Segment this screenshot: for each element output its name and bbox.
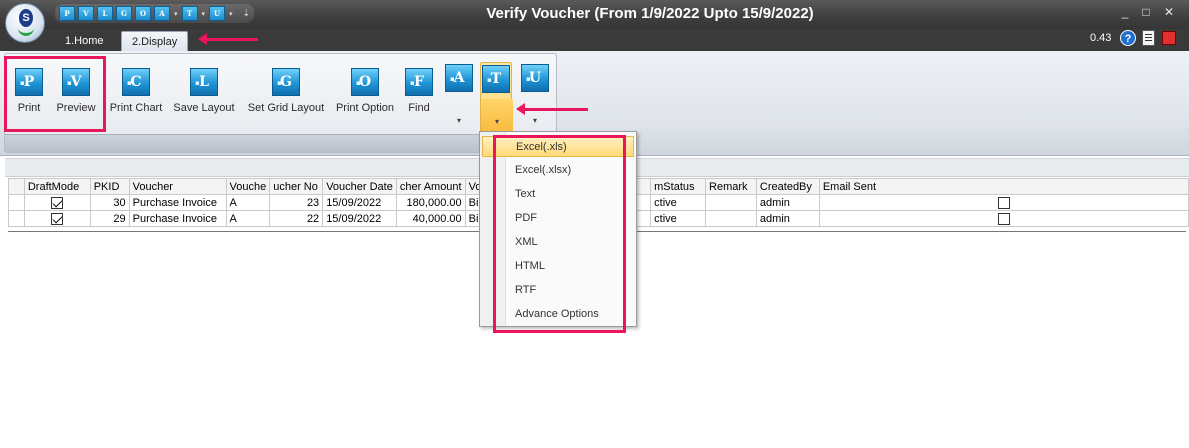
status-cell[interactable]: ctive (650, 210, 707, 227)
qat-u-button[interactable]: U (209, 6, 226, 21)
created-by-cell[interactable]: admin (755, 210, 820, 227)
a-icon: A (445, 64, 473, 92)
grid-layout-icon: G (272, 68, 300, 96)
series-cell[interactable]: A (225, 194, 271, 211)
voucher-no-cell[interactable]: 23 (269, 194, 324, 211)
draft-mode-cell[interactable] (23, 210, 91, 227)
voucher-no-cell[interactable]: 22 (269, 210, 324, 227)
print-chart-label: Print Chart (109, 102, 163, 114)
created-by-cell[interactable]: admin (755, 194, 820, 211)
qat-preview-button[interactable]: V (78, 6, 94, 21)
export-split-button[interactable]: T ▾ (480, 62, 513, 138)
qat-print-button[interactable]: P (59, 6, 75, 21)
voucher-date-cell[interactable]: 15/09/2022 (322, 194, 397, 211)
column-header[interactable]: cher Amount (395, 178, 466, 195)
tab-strip: 1.Home 2.Display 0.43 ? (0, 29, 1189, 51)
zoom-level: 0.43 (1090, 32, 1112, 44)
column-header[interactable]: Remark (705, 178, 757, 195)
column-header[interactable]: CreatedBy (755, 178, 820, 195)
u-split-button[interactable]: U ▾ (519, 62, 551, 138)
close-button[interactable]: ✕ (1161, 5, 1177, 19)
print-option-button[interactable]: O Print Option (334, 68, 396, 114)
qat-a-button[interactable]: A (154, 6, 170, 21)
pkid-cell[interactable]: 30 (89, 194, 130, 211)
save-layout-label: Save Layout (173, 102, 235, 114)
qat-grid-layout-button[interactable]: G (116, 6, 132, 21)
ribbon-group-caption (5, 134, 556, 152)
find-label: Find (408, 102, 430, 114)
status-cell[interactable]: ctive (650, 194, 707, 211)
find-icon: F (405, 68, 433, 96)
chevron-down-icon[interactable]: ▾ (174, 10, 178, 18)
print-option-label: Print Option (335, 102, 395, 114)
column-header[interactable]: Voucher (128, 178, 227, 195)
customize-qat-icon[interactable]: ⇣ (243, 8, 251, 19)
column-header[interactable]: Vouche (225, 178, 271, 195)
app-logo[interactable]: S (5, 3, 45, 43)
title-bar: P V L G O A ▾ T ▾ U ▾ ⇣ Verify Voucher (… (0, 0, 1189, 29)
quick-access-toolbar: P V L G O A ▾ T ▾ U ▾ ⇣ (55, 4, 255, 23)
chart-icon: C (122, 68, 150, 96)
annotation-box (493, 135, 626, 333)
column-header[interactable]: DraftMode (23, 178, 91, 195)
tab-home[interactable]: 1.Home (55, 31, 114, 51)
qat-export-button[interactable]: T (181, 6, 198, 21)
voucher-cell[interactable]: Purchase Invoice (128, 194, 227, 211)
annotation-box (4, 56, 106, 132)
u-icon: U (521, 64, 549, 92)
column-header[interactable]: ucher No (269, 178, 324, 195)
help-icon[interactable]: ? (1120, 30, 1136, 46)
document-icon[interactable] (1142, 30, 1155, 46)
chevron-down-icon[interactable]: ▾ (481, 99, 513, 135)
layout-icon: L (190, 68, 218, 96)
tab-display[interactable]: 2.Display (121, 31, 189, 51)
find-button[interactable]: F Find (404, 68, 434, 114)
email-sent-cell[interactable] (818, 210, 1189, 227)
draft-mode-checkbox[interactable] (51, 212, 64, 225)
set-grid-layout-label: Set Grid Layout (247, 102, 325, 114)
column-header[interactable]: PKID (89, 178, 130, 195)
pkid-cell[interactable]: 29 (89, 210, 130, 227)
column-header[interactable]: Voucher Date (322, 178, 397, 195)
annotation-arrow (198, 33, 258, 45)
minimize-button[interactable]: _ (1117, 5, 1133, 19)
export-icon: T (482, 65, 510, 93)
qat-layout-button[interactable]: L (97, 6, 113, 21)
set-grid-layout-button[interactable]: G Set Grid Layout (246, 68, 326, 114)
row-indicator-header (8, 178, 25, 195)
column-header[interactable]: mStatus (650, 178, 707, 195)
amount-cell[interactable]: 180,000.00 (395, 194, 466, 211)
email-sent-checkbox[interactable] (997, 212, 1010, 225)
chevron-down-icon[interactable]: ▾ (229, 10, 233, 18)
amount-cell[interactable]: 40,000.00 (395, 210, 466, 227)
remark-cell[interactable] (705, 210, 757, 227)
qat-option-button[interactable]: O (135, 6, 151, 21)
row-indicator[interactable] (8, 194, 25, 211)
maximize-button[interactable]: □ (1138, 5, 1154, 19)
draft-mode-checkbox[interactable] (51, 196, 64, 209)
logo-s-icon: S (19, 9, 33, 27)
voucher-cell[interactable]: Purchase Invoice (128, 210, 227, 227)
logo-leaf-icon (18, 26, 34, 36)
series-cell[interactable]: A (225, 210, 271, 227)
remark-cell[interactable] (705, 194, 757, 211)
print-chart-button[interactable]: C Print Chart (108, 68, 164, 114)
save-layout-button[interactable]: L Save Layout (171, 68, 237, 114)
annotation-arrow (516, 103, 588, 115)
email-sent-checkbox[interactable] (997, 196, 1010, 209)
chevron-down-icon[interactable]: ▾ (443, 98, 475, 134)
chevron-down-icon[interactable]: ▾ (202, 10, 206, 18)
email-sent-cell[interactable] (818, 194, 1189, 211)
window-title: Verify Voucher (From 1/9/2022 Upto 15/9/… (486, 5, 814, 22)
option-icon: O (351, 68, 379, 96)
row-indicator[interactable] (8, 210, 25, 227)
exit-icon[interactable] (1162, 31, 1176, 45)
draft-mode-cell[interactable] (23, 194, 91, 211)
column-header[interactable]: Email Sent (818, 178, 1189, 195)
a-split-button[interactable]: A ▾ (443, 62, 475, 138)
voucher-date-cell[interactable]: 15/09/2022 (322, 210, 397, 227)
